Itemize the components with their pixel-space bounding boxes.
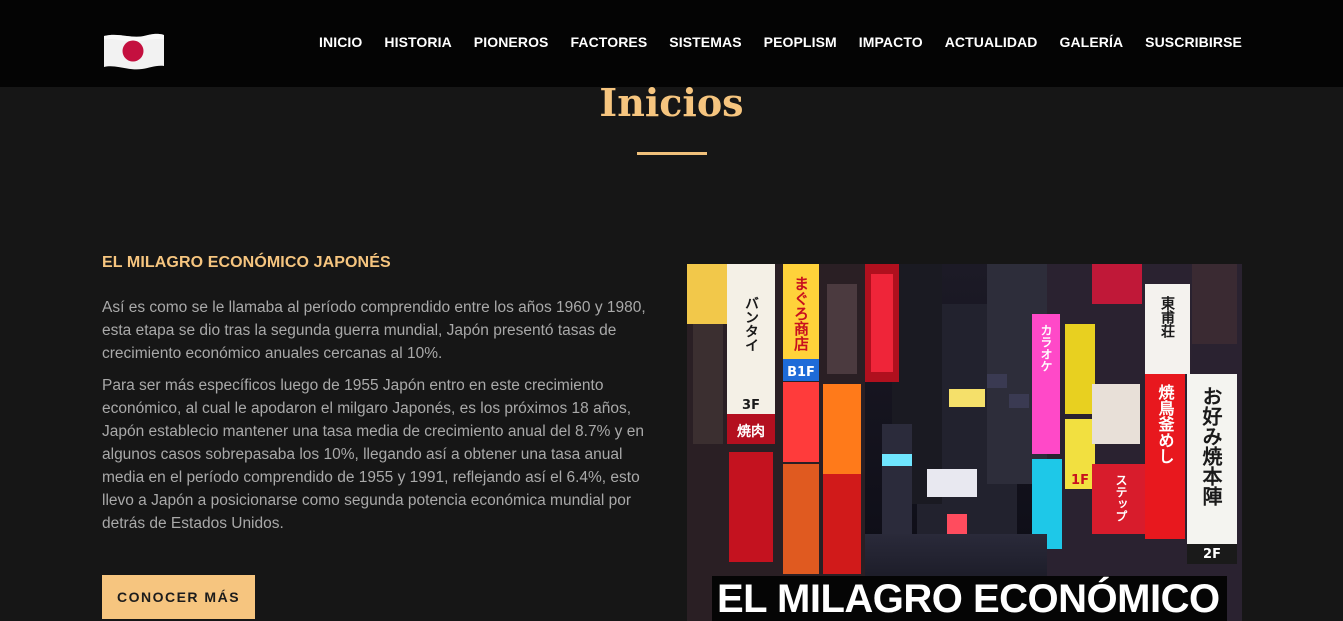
nav-item-galeria[interactable]: GALERÍA: [1059, 34, 1123, 50]
sign-b1f: B1F: [787, 365, 815, 380]
sign-1f: 1F: [1071, 473, 1089, 488]
intro-paragraph: Así es como se le llamaba al período com…: [102, 299, 646, 362]
japan-flag-icon[interactable]: [102, 30, 166, 71]
sign-karaoke: カラオケ: [1039, 324, 1053, 372]
sign-yakitori: 焼鳥釜めし: [1156, 383, 1176, 464]
conocer-mas-button[interactable]: CONOCER MÁS: [102, 575, 255, 619]
main-nav: INICIO HISTORIA PIONEROS FACTORES SISTEM…: [319, 33, 1242, 51]
sign-2f: 2F: [1203, 547, 1221, 562]
sign-okonomiyaki: お好み焼本陣: [1199, 386, 1223, 507]
sign-yakiniku: 焼肉: [737, 423, 765, 440]
sign-tohoso: 東甫荘: [1159, 295, 1175, 338]
title-divider: [637, 152, 707, 155]
image-caption: EL MILAGRO ECONÓMICO: [717, 577, 1220, 621]
section-heading: EL MILAGRO ECONÓMICO JAPONÉS: [102, 254, 391, 271]
tokyo-street-illustration: バンタイ まぐろ商店 B1F 3F 焼肉 東甫荘 焼鳥釜めし お好み焼本陣 2F…: [687, 264, 1242, 621]
sign-3f: 3F: [742, 398, 760, 413]
nav-item-pioneros[interactable]: PIONEROS: [474, 34, 549, 50]
nav-item-factores[interactable]: FACTORES: [571, 34, 648, 50]
top-navigation-bar: INICIO HISTORIA PIONEROS FACTORES SISTEM…: [0, 0, 1343, 87]
nav-item-sistemas[interactable]: SISTEMAS: [669, 34, 741, 50]
sign-step: ステップ: [1114, 474, 1128, 522]
detail-paragraph: Para ser más específicos luego de 1955 J…: [102, 377, 644, 532]
nav-item-inicio[interactable]: INICIO: [319, 34, 362, 50]
nav-item-peoplism[interactable]: PEOPLISM: [764, 34, 837, 50]
nav-item-historia[interactable]: HISTORIA: [384, 34, 451, 50]
feature-image: バンタイ まぐろ商店 B1F 3F 焼肉 東甫荘 焼鳥釜めし お好み焼本陣 2F…: [687, 264, 1242, 621]
sign-maguro: まぐろ商店: [792, 276, 810, 352]
nav-item-suscribirse[interactable]: SUSCRIBIRSE: [1145, 34, 1242, 50]
sign-bantai: バンタイ: [743, 296, 759, 352]
nav-item-actualidad[interactable]: ACTUALIDAD: [945, 34, 1038, 50]
nav-item-impacto[interactable]: IMPACTO: [859, 34, 923, 50]
